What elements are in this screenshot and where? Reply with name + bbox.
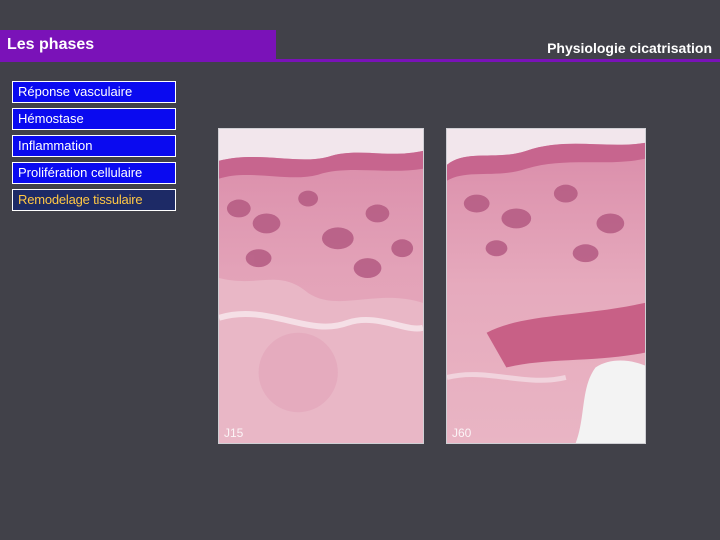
image-label-j15: J15 [224,426,244,440]
title-divider [0,59,720,62]
image-label-j60: J60 [452,426,472,440]
phase-inflammation[interactable]: Inflammation [12,135,176,157]
phase-tissue-remodeling[interactable]: Remodelage tissulaire [12,189,176,211]
phase-vascular-response[interactable]: Réponse vasculaire [12,81,176,103]
histology-image-j15: J15 [218,128,424,444]
histology-image-j60: J60 [446,128,646,444]
phase-cell-proliferation[interactable]: Prolifération cellulaire [12,162,176,184]
phase-hemostasis[interactable]: Hémostase [12,108,176,130]
slide-title: Les phases [7,36,95,53]
slide-subtitle: Physiologie cicatrisation [547,40,712,56]
